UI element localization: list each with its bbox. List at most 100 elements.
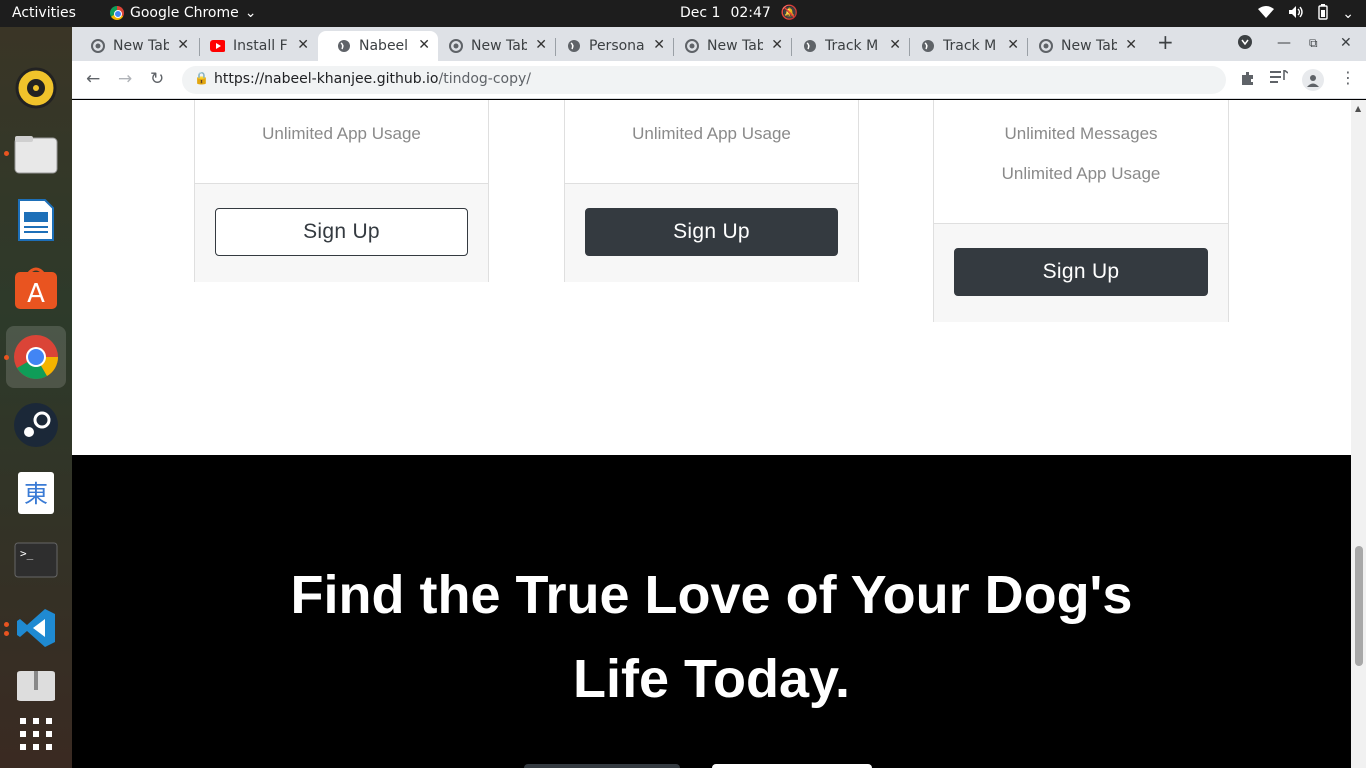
card-footer: Sign Up bbox=[565, 183, 858, 282]
close-tab-icon[interactable]: ✕ bbox=[653, 37, 665, 53]
card-footer: Sign Up bbox=[195, 183, 488, 282]
wifi-icon bbox=[1258, 5, 1275, 23]
tab-strip: New Tab ✕ Install F ✕ Nabeel ✕ New Tab ✕… bbox=[72, 27, 1366, 61]
sign-up-button[interactable]: Sign Up bbox=[215, 208, 468, 256]
tab-title: New Tab bbox=[707, 38, 763, 54]
kebab-menu-icon[interactable]: ⋮ bbox=[1340, 68, 1356, 87]
browser-toolbar: ← → ↻ 🔒 https://nabeel-khanjee.github.io… bbox=[72, 61, 1366, 99]
tab-track-1[interactable]: Track M ✕ bbox=[784, 31, 909, 61]
page-scrollbar[interactable]: ▲ bbox=[1351, 100, 1366, 768]
pricing-card-chihuahua: Unlimited App Usage Sign Up bbox=[194, 100, 489, 282]
archive-manager-icon[interactable] bbox=[13, 671, 59, 701]
new-tab-button[interactable]: + bbox=[1157, 30, 1174, 54]
lock-icon: 🔒 bbox=[194, 71, 209, 85]
tab-title: Track M bbox=[943, 38, 997, 54]
close-tab-icon[interactable]: ✕ bbox=[535, 37, 547, 53]
close-tab-icon[interactable]: ✕ bbox=[889, 37, 901, 53]
input-method-icon[interactable]: 東 bbox=[13, 470, 59, 516]
cta-heading: Find the True Love of Your Dog's Life To… bbox=[72, 553, 1351, 721]
download-button-google[interactable] bbox=[712, 764, 872, 768]
restore-icon[interactable]: ⧉ bbox=[1309, 36, 1318, 51]
tab-nabeel[interactable]: Nabeel ✕ bbox=[318, 31, 438, 61]
software-center-icon[interactable]: A bbox=[13, 265, 59, 311]
sign-up-button[interactable]: Sign Up bbox=[585, 208, 838, 256]
chrome-dock-icon[interactable] bbox=[6, 326, 66, 388]
url-text: https://nabeel-khanjee.github.io/tindog-… bbox=[214, 71, 531, 87]
back-arrow-icon[interactable]: ← bbox=[86, 69, 100, 89]
files-icon[interactable] bbox=[13, 131, 59, 177]
tab-search-icon[interactable] bbox=[1238, 35, 1252, 53]
notification-bell-icon: 🔕 bbox=[780, 5, 799, 21]
feature-text: Unlimited App Usage bbox=[1001, 164, 1161, 183]
running-indicator bbox=[4, 631, 9, 636]
tab-title: Persona bbox=[589, 38, 645, 54]
tab-new-tab-2[interactable]: New Tab ✕ bbox=[430, 31, 555, 61]
chrome-icon bbox=[90, 39, 105, 54]
cta-heading-line-1: Find the True Love of Your Dog's bbox=[290, 565, 1133, 625]
globe-icon bbox=[920, 39, 935, 54]
activities-button[interactable]: Activities bbox=[12, 5, 76, 21]
tab-persona[interactable]: Persona ✕ bbox=[548, 31, 673, 61]
scrollbar-thumb[interactable] bbox=[1355, 546, 1363, 666]
time: 02:47 bbox=[730, 5, 771, 21]
media-controls-icon[interactable] bbox=[1270, 69, 1289, 88]
close-tab-icon[interactable]: ✕ bbox=[1125, 37, 1137, 53]
globe-icon bbox=[336, 39, 351, 54]
show-applications-icon[interactable] bbox=[13, 711, 59, 757]
tab-new-tab-1[interactable]: New Tab ✕ bbox=[72, 31, 197, 61]
close-tab-icon[interactable]: ✕ bbox=[177, 37, 189, 53]
extensions-icon[interactable] bbox=[1240, 70, 1256, 90]
power-menu-icon: ⌄ bbox=[1342, 6, 1354, 22]
tab-install[interactable]: Install F ✕ bbox=[192, 31, 317, 61]
clock[interactable]: Dec 1 02:47 🔕 bbox=[680, 5, 798, 21]
pricing-card-mastiff: Unlimited Messages Unlimited App Usage S… bbox=[933, 100, 1229, 322]
vscode-icon[interactable] bbox=[13, 605, 59, 651]
forward-arrow-icon[interactable]: → bbox=[118, 69, 132, 89]
minimize-icon[interactable]: — bbox=[1277, 35, 1291, 51]
pricing-card-labrador: Unlimited App Usage Sign Up bbox=[564, 100, 859, 282]
chrome-icon bbox=[110, 6, 124, 20]
svg-text:東: 東 bbox=[24, 480, 48, 508]
system-top-bar: Activities Google Chrome ⌄ Dec 1 02:47 🔕… bbox=[0, 0, 1366, 27]
writer-icon[interactable] bbox=[13, 197, 59, 243]
volume-icon bbox=[1288, 5, 1304, 23]
sign-up-button[interactable]: Sign Up bbox=[954, 248, 1208, 296]
tab-title: Nabeel bbox=[359, 38, 409, 54]
chrome-icon bbox=[684, 39, 699, 54]
chrome-icon bbox=[448, 39, 463, 54]
tab-title: Install F bbox=[233, 38, 288, 54]
rhythmbox-icon[interactable] bbox=[13, 65, 59, 111]
reload-icon[interactable]: ↻ bbox=[150, 69, 164, 89]
scroll-up-arrow-icon[interactable]: ▲ bbox=[1355, 104, 1361, 113]
page-viewport: Unlimited App Usage Sign Up Unlimited Ap… bbox=[72, 100, 1351, 768]
feature-text: Unlimited App Usage bbox=[262, 124, 421, 143]
tab-new-tab-4[interactable]: New Tab ✕ bbox=[1020, 31, 1145, 61]
cta-heading-line-2: Life Today. bbox=[572, 649, 850, 709]
url-path: /tindog-copy/ bbox=[438, 71, 532, 87]
tab-track-2[interactable]: Track M ✕ bbox=[902, 31, 1027, 61]
download-button-apple[interactable] bbox=[524, 764, 680, 768]
dock: A 東 >_ bbox=[0, 27, 72, 768]
tab-title: New Tab bbox=[471, 38, 527, 54]
tab-new-tab-3[interactable]: New Tab ✕ bbox=[666, 31, 791, 61]
card-footer: Sign Up bbox=[934, 223, 1228, 322]
steam-icon[interactable] bbox=[13, 402, 59, 448]
close-tab-icon[interactable]: ✕ bbox=[297, 37, 309, 53]
running-indicator bbox=[4, 355, 9, 360]
tab-title: New Tab bbox=[113, 38, 169, 54]
close-tab-icon[interactable]: ✕ bbox=[771, 37, 783, 53]
address-bar[interactable]: 🔒 https://nabeel-khanjee.github.io/tindo… bbox=[182, 66, 1226, 94]
feature-text: Unlimited App Usage bbox=[632, 124, 791, 143]
date: Dec 1 bbox=[680, 5, 721, 21]
chrome-icon bbox=[1038, 39, 1053, 54]
system-tray[interactable]: ⌄ bbox=[1258, 4, 1354, 24]
terminal-icon[interactable]: >_ bbox=[13, 537, 59, 583]
profile-avatar-icon[interactable] bbox=[1302, 69, 1324, 91]
close-window-icon[interactable]: ✕ bbox=[1340, 35, 1352, 51]
app-menu[interactable]: Google Chrome ⌄ bbox=[110, 5, 256, 21]
feature-text: Unlimited Messages bbox=[1004, 124, 1158, 143]
cta-section: Find the True Love of Your Dog's Life To… bbox=[72, 455, 1351, 768]
close-tab-icon[interactable]: ✕ bbox=[1007, 37, 1019, 53]
close-tab-icon[interactable]: ✕ bbox=[418, 37, 430, 53]
chevron-down-icon: ⌄ bbox=[244, 5, 257, 21]
